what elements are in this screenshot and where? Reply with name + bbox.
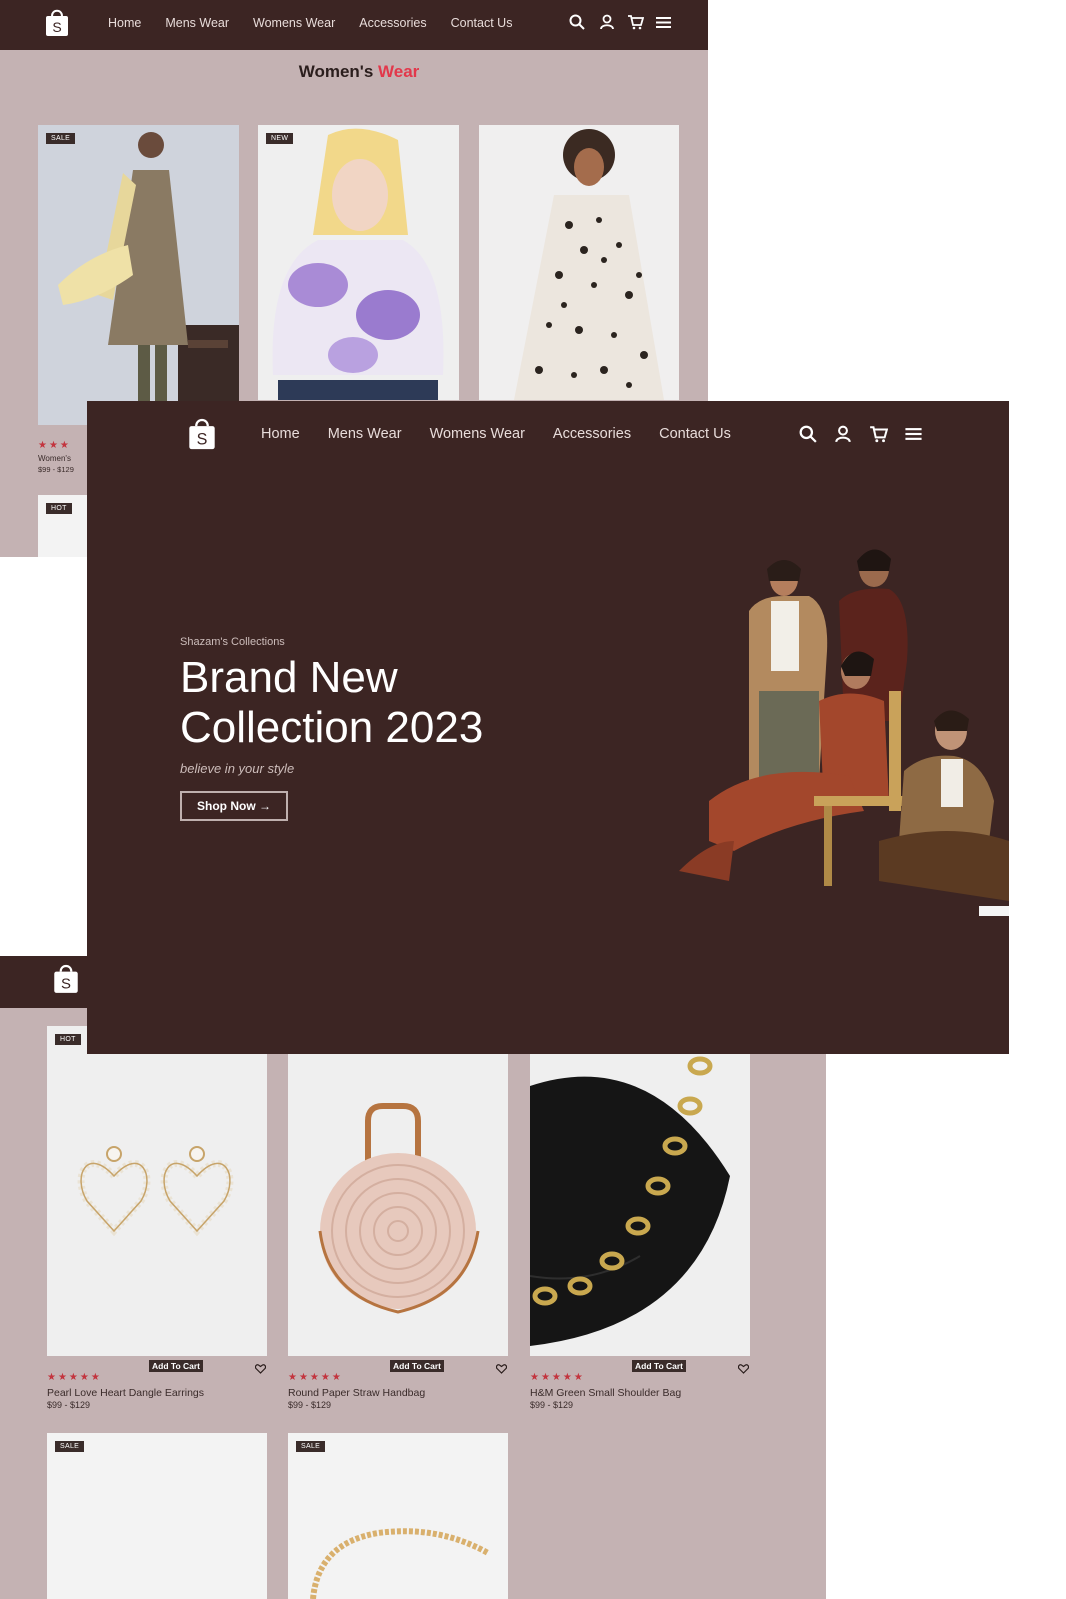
cart-icon[interactable] [869, 425, 888, 443]
nav-link-womens-wear[interactable]: Womens Wear [253, 16, 335, 30]
product-price: $99 - $129 [530, 1400, 574, 1410]
nav-link-accessories[interactable]: Accessories [359, 16, 426, 30]
top-nav-bar: S Home Mens Wear Womens Wear Accessories… [0, 0, 708, 50]
nav-link-womens-wear[interactable]: Womens Wear [430, 426, 525, 442]
heart-icon[interactable] [495, 1361, 508, 1379]
nav-link-mens-wear[interactable]: Mens Wear [165, 16, 229, 30]
shopping-bag-logo-icon[interactable]: S [52, 962, 80, 999]
product-badge: NEW [266, 133, 294, 144]
shopping-bag-logo-icon[interactable]: S [187, 415, 217, 456]
product-price: $99 - $129 [47, 1400, 91, 1410]
nav-link-home[interactable]: Home [261, 426, 300, 442]
hero-tagline: believe in your style [180, 761, 295, 776]
search-icon[interactable] [799, 425, 817, 443]
menu-icon[interactable] [905, 427, 922, 441]
product-name: Round Paper Straw Handbag [288, 1387, 426, 1399]
heart-icon[interactable] [737, 1361, 750, 1379]
menu-icon[interactable] [656, 16, 671, 29]
rating-stars: ★★★★★ [47, 1372, 102, 1383]
svg-text:S: S [52, 19, 61, 35]
shopping-bag-logo-icon[interactable]: S [44, 7, 70, 42]
heart-icon[interactable] [254, 1361, 267, 1379]
product-image-bracelet[interactable]: SALE [288, 1433, 508, 1599]
user-icon[interactable] [834, 425, 852, 443]
product-name: H&M Green Small Shoulder Bag [530, 1387, 682, 1399]
shop-now-button[interactable]: Shop Now → [180, 791, 288, 821]
hero-eyebrow: Shazam's Collections [180, 636, 285, 648]
section-title-accent: Wear [378, 62, 420, 81]
product-name: Women's [38, 454, 71, 463]
product-badge: HOT [46, 503, 72, 514]
rating-stars: ★★★ [38, 440, 71, 451]
section-title: Women's Wear [0, 62, 708, 82]
nav-link-contact-us[interactable]: Contact Us [451, 16, 513, 30]
product-image-ethnic-dress[interactable]: SALE [38, 125, 239, 425]
nav-link-mens-wear[interactable]: Mens Wear [328, 426, 402, 442]
user-icon[interactable] [599, 14, 615, 30]
add-to-cart-button[interactable]: Add To Cart [632, 1360, 687, 1372]
product-image-shoulder-bag[interactable] [530, 1026, 750, 1356]
hero-page: S Home Mens Wear Womens Wear Accessories… [87, 401, 1009, 1054]
product-name: Pearl Love Heart Dangle Earrings [47, 1387, 204, 1399]
hero-title-line2: Collection 2023 [180, 703, 484, 752]
search-icon[interactable] [569, 14, 585, 30]
hero-models-image [649, 541, 1009, 941]
product-badge: HOT [55, 1034, 81, 1045]
section-title-text: Women's [298, 62, 379, 81]
product-price: $99 - $129 [38, 465, 74, 474]
rating-stars: ★★★★★ [530, 1372, 585, 1383]
product-badge: SALE [55, 1441, 85, 1452]
product-image-row2-1[interactable]: SALE [47, 1433, 267, 1599]
product-badge: SALE [296, 1441, 326, 1452]
rating-stars: ★★★★★ [288, 1372, 343, 1383]
product-badge: SALE [46, 133, 76, 144]
product-image-straw-handbag[interactable] [288, 1026, 508, 1356]
nav-link-accessories[interactable]: Accessories [553, 426, 631, 442]
nav-link-home[interactable]: Home [108, 16, 141, 30]
product-price: $99 - $129 [288, 1400, 332, 1410]
cart-icon[interactable] [627, 14, 644, 30]
product-image-leopard-dress[interactable] [479, 125, 679, 400]
top-nav-bar: S Home Mens Wear Womens Wear Accessories… [87, 401, 1009, 465]
svg-text:S: S [61, 976, 71, 993]
hero-title-line1: Brand New [180, 653, 398, 702]
product-image-floral-sweater[interactable]: NEW [258, 125, 459, 400]
add-to-cart-button[interactable]: Add To Cart [149, 1360, 204, 1372]
svg-text:S: S [197, 431, 208, 449]
product-image-earrings[interactable]: HOT [47, 1026, 267, 1356]
nav-link-contact-us[interactable]: Contact Us [659, 426, 731, 442]
add-to-cart-button[interactable]: Add To Cart [390, 1360, 445, 1372]
